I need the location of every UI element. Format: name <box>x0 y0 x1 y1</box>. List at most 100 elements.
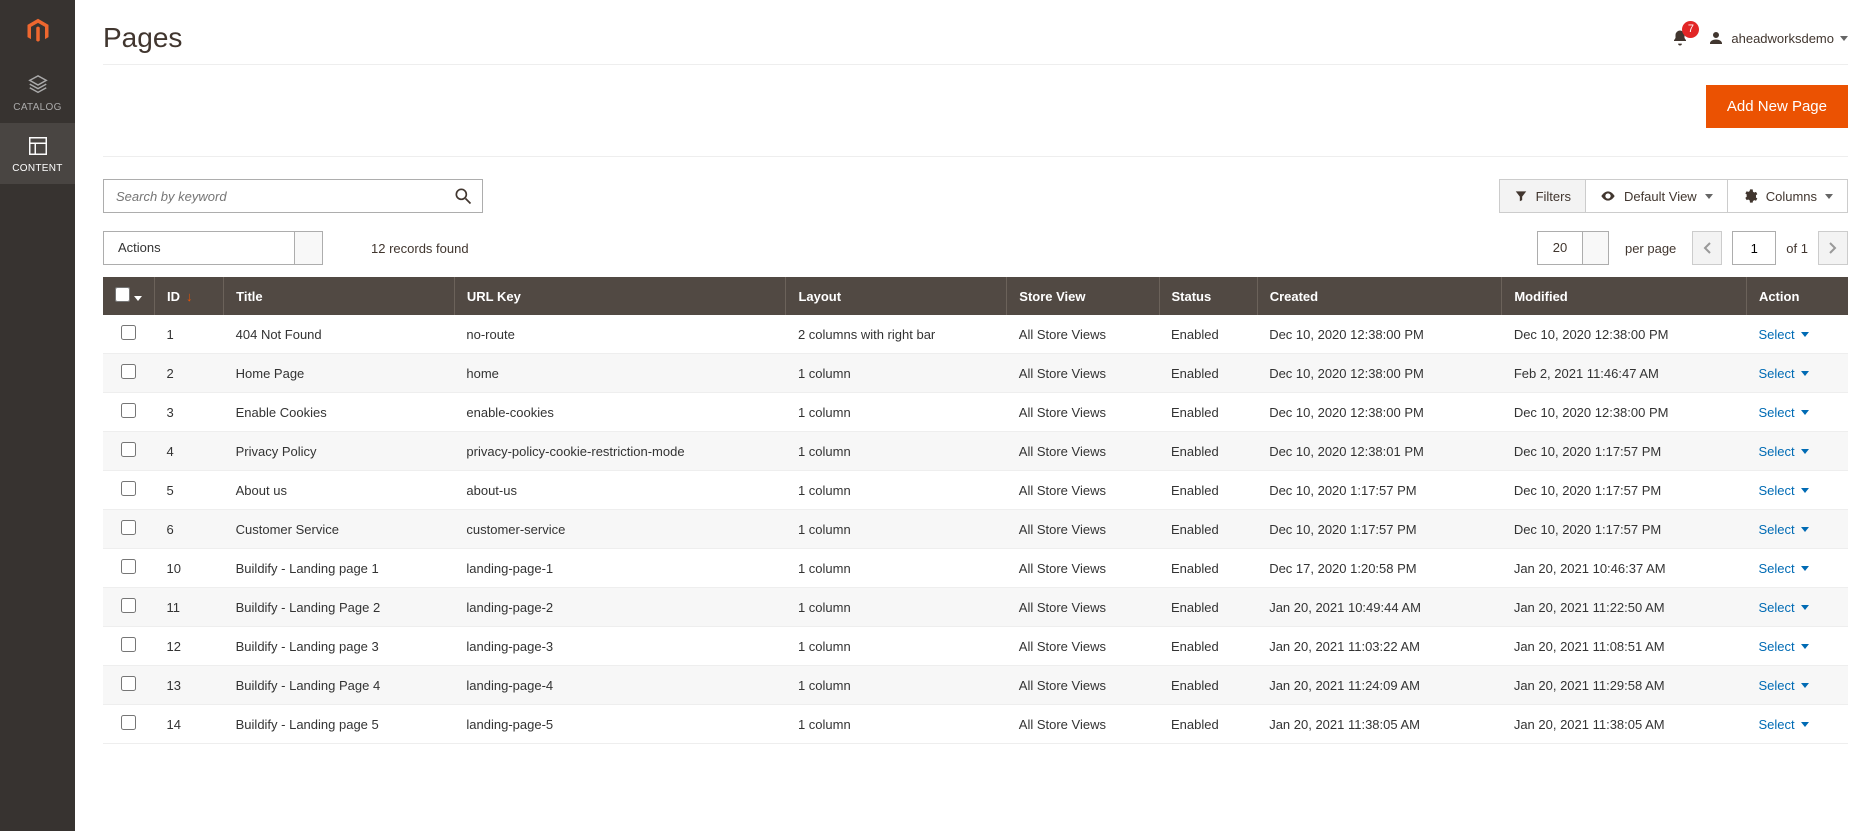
row-action-select[interactable]: Select <box>1758 522 1808 537</box>
table-row: 12Buildify - Landing page 3landing-page-… <box>103 627 1848 666</box>
col-status[interactable]: Status <box>1159 277 1257 315</box>
cell-store-view: All Store Views <box>1007 510 1159 549</box>
cell-status: Enabled <box>1159 354 1257 393</box>
row-checkbox[interactable] <box>121 403 136 418</box>
col-title[interactable]: Title <box>224 277 455 315</box>
mass-actions-dropdown[interactable]: Actions <box>103 231 323 265</box>
notifications-button[interactable]: 7 <box>1671 29 1689 47</box>
cell-title: Buildify - Landing Page 4 <box>224 666 455 705</box>
row-checkbox[interactable] <box>121 325 136 340</box>
cell-id: 13 <box>155 666 224 705</box>
cell-title: Buildify - Landing page 3 <box>224 627 455 666</box>
cell-layout: 1 column <box>786 354 1007 393</box>
per-page-toggle[interactable] <box>1582 232 1608 264</box>
cell-modified: Feb 2, 2021 11:46:47 AM <box>1502 354 1747 393</box>
per-page-select[interactable]: 20 <box>1537 231 1609 265</box>
cell-id: 4 <box>155 432 224 471</box>
row-action-select[interactable]: Select <box>1758 444 1808 459</box>
chevron-down-icon[interactable] <box>134 296 142 301</box>
cell-layout: 1 column <box>786 432 1007 471</box>
table-row: 6Customer Servicecustomer-service1 colum… <box>103 510 1848 549</box>
next-page-button[interactable] <box>1818 231 1848 265</box>
notification-count: 7 <box>1682 21 1699 38</box>
columns-button[interactable]: Columns <box>1728 179 1848 213</box>
table-row: 10Buildify - Landing page 1landing-page-… <box>103 549 1848 588</box>
funnel-icon <box>1514 189 1528 203</box>
select-all-checkbox[interactable] <box>115 287 130 302</box>
cell-layout: 1 column <box>786 471 1007 510</box>
cell-status: Enabled <box>1159 510 1257 549</box>
cell-modified: Jan 20, 2021 11:08:51 AM <box>1502 627 1747 666</box>
top-bar: Pages 7 aheadworksdemo <box>103 0 1848 64</box>
cell-url-key: landing-page-4 <box>454 666 786 705</box>
magento-logo-icon <box>24 17 52 45</box>
row-checkbox[interactable] <box>121 637 136 652</box>
cell-store-view: All Store Views <box>1007 549 1159 588</box>
table-row: 1404 Not Foundno-route2 columns with rig… <box>103 315 1848 354</box>
row-action-select[interactable]: Select <box>1758 561 1808 576</box>
row-checkbox[interactable] <box>121 559 136 574</box>
cell-title: Home Page <box>224 354 455 393</box>
search-icon[interactable] <box>453 186 473 206</box>
chevron-down-icon <box>1801 566 1809 571</box>
cell-url-key: landing-page-2 <box>454 588 786 627</box>
cell-created: Dec 10, 2020 1:17:57 PM <box>1257 471 1502 510</box>
row-action-select[interactable]: Select <box>1758 327 1808 342</box>
row-action-select[interactable]: Select <box>1758 405 1808 420</box>
row-action-select[interactable]: Select <box>1758 483 1808 498</box>
cell-layout: 1 column <box>786 705 1007 744</box>
search-box <box>103 179 483 213</box>
col-url-key[interactable]: URL Key <box>454 277 786 315</box>
mass-actions-toggle[interactable] <box>294 232 322 264</box>
cell-created: Jan 20, 2021 10:49:44 AM <box>1257 588 1502 627</box>
gear-icon <box>1742 188 1758 204</box>
row-action-select[interactable]: Select <box>1758 678 1808 693</box>
row-checkbox[interactable] <box>121 481 136 496</box>
table-row: 13Buildify - Landing Page 4landing-page-… <box>103 666 1848 705</box>
cell-modified: Dec 10, 2020 12:38:00 PM <box>1502 393 1747 432</box>
separator <box>103 156 1848 157</box>
chevron-down-icon <box>1801 644 1809 649</box>
row-action-select[interactable]: Select <box>1758 366 1808 381</box>
add-new-page-button[interactable]: Add New Page <box>1706 85 1848 128</box>
row-action-select[interactable]: Select <box>1758 717 1808 732</box>
col-layout[interactable]: Layout <box>786 277 1007 315</box>
sidebar-item-content[interactable]: CONTENT <box>0 123 75 184</box>
row-checkbox[interactable] <box>121 715 136 730</box>
col-store-view[interactable]: Store View <box>1007 277 1159 315</box>
grid-toolbar-2: Actions 12 records found 20 per page of … <box>103 231 1848 265</box>
col-id[interactable]: ID↓ <box>155 277 224 315</box>
sidebar-item-catalog[interactable]: CATALOG <box>0 62 75 123</box>
cell-status: Enabled <box>1159 315 1257 354</box>
row-checkbox[interactable] <box>121 442 136 457</box>
cell-created: Jan 20, 2021 11:03:22 AM <box>1257 627 1502 666</box>
content-icon <box>0 135 75 157</box>
cell-url-key: home <box>454 354 786 393</box>
row-action-select[interactable]: Select <box>1758 639 1808 654</box>
cell-status: Enabled <box>1159 627 1257 666</box>
mass-actions-label: Actions <box>104 232 294 264</box>
chevron-down-icon <box>1801 605 1809 610</box>
row-checkbox[interactable] <box>121 520 136 535</box>
user-menu[interactable]: aheadworksdemo <box>1707 29 1848 47</box>
row-checkbox[interactable] <box>121 598 136 613</box>
eye-icon <box>1600 188 1616 204</box>
cell-created: Jan 20, 2021 11:24:09 AM <box>1257 666 1502 705</box>
cell-modified: Dec 10, 2020 1:17:57 PM <box>1502 471 1747 510</box>
default-view-button[interactable]: Default View <box>1586 179 1728 213</box>
cell-store-view: All Store Views <box>1007 705 1159 744</box>
row-checkbox[interactable] <box>121 364 136 379</box>
cell-created: Jan 20, 2021 11:38:05 AM <box>1257 705 1502 744</box>
col-created[interactable]: Created <box>1257 277 1502 315</box>
row-action-select[interactable]: Select <box>1758 600 1808 615</box>
user-name: aheadworksdemo <box>1731 31 1834 46</box>
col-modified[interactable]: Modified <box>1502 277 1747 315</box>
row-checkbox[interactable] <box>121 676 136 691</box>
search-input[interactable] <box>103 179 483 213</box>
magento-logo[interactable] <box>0 0 75 62</box>
cell-status: Enabled <box>1159 471 1257 510</box>
page-input[interactable] <box>1732 231 1776 265</box>
prev-page-button[interactable] <box>1692 231 1722 265</box>
cell-title: About us <box>224 471 455 510</box>
filters-button[interactable]: Filters <box>1499 179 1586 213</box>
